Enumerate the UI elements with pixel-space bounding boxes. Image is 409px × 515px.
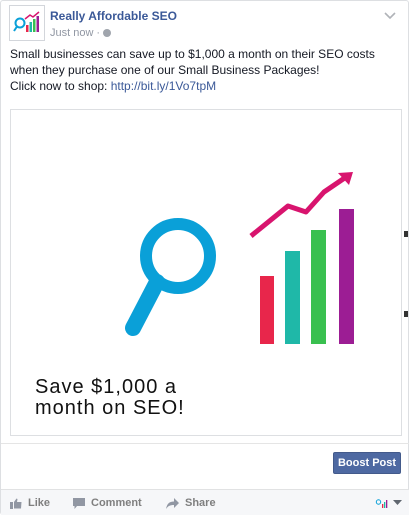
post-text-line: Small businesses can save up to $1,000 a…	[10, 47, 375, 61]
image-caption: Save $1,000 a month on SEO!	[35, 377, 185, 419]
page-name-link[interactable]: Really Affordable SEO	[50, 9, 177, 23]
shop-link[interactable]: http://bit.ly/1Vo7tpM	[111, 79, 216, 93]
post-text-line: when they purchase one of our Small Busi…	[10, 63, 320, 77]
caret-down-icon	[393, 500, 402, 505]
carousel-edge-marker	[404, 311, 408, 317]
page-avatar[interactable]	[9, 5, 45, 41]
comment-icon	[73, 497, 85, 509]
page-avatar-small-icon	[375, 499, 388, 508]
bar-chart-icon	[260, 209, 354, 344]
post-actions-bar: Like Comment Share	[1, 489, 409, 515]
post-timestamp[interactable]: Just now	[50, 27, 93, 39]
share-label: Share	[185, 497, 216, 509]
seo-logo-icon	[13, 11, 40, 32]
share-button[interactable]: Share	[166, 497, 216, 509]
boost-post-button[interactable]: Boost Post	[333, 452, 401, 474]
carousel-edge-marker	[404, 231, 408, 237]
image-caption-line: month on SEO!	[35, 397, 185, 419]
trend-arrow-icon	[249, 172, 353, 238]
post-text: Small businesses can save up to $1,000 a…	[10, 46, 402, 94]
post-text-line: Click now to shop: http://bit.ly/1Vo7tpM	[10, 78, 402, 94]
meta-separator: ·	[96, 27, 101, 39]
post-meta: Just now ·	[50, 27, 112, 39]
like-label: Like	[28, 497, 51, 509]
post-as-page-selector[interactable]	[375, 497, 402, 509]
image-caption-line: Save $1,000 a	[35, 376, 177, 398]
comment-button[interactable]: Comment	[73, 497, 142, 509]
thumbs-up-icon	[10, 498, 22, 509]
shop-prompt: Click now to shop:	[10, 79, 111, 93]
comment-label: Comment	[91, 497, 142, 509]
post-image[interactable]: Save $1,000 a month on SEO!	[10, 109, 402, 436]
divider	[1, 443, 409, 444]
magnifying-glass-icon	[125, 218, 216, 336]
facebook-post: Really Affordable SEO Just now · Small b…	[0, 0, 409, 515]
share-arrow-icon	[166, 497, 179, 509]
globe-icon[interactable]	[103, 29, 112, 37]
like-button[interactable]: Like	[10, 497, 50, 509]
post-options-chevron-icon[interactable]	[384, 11, 396, 21]
